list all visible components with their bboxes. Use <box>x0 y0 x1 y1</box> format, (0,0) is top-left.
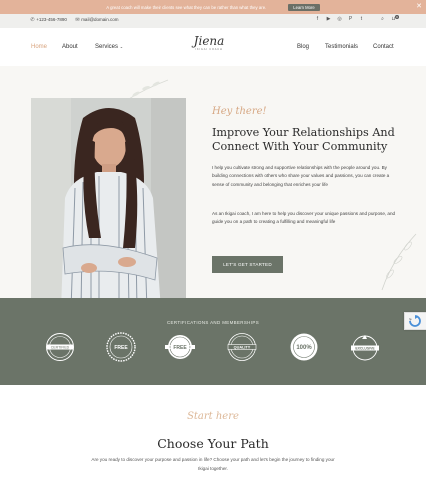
choose-path-section: Start here Choose Your Path Are you read… <box>0 385 426 482</box>
get-started-button[interactable]: LET'S GET STARTED <box>212 256 283 273</box>
hero-paragraph-1: I help you cultivate strong and supporti… <box>212 165 390 187</box>
nav-blog[interactable]: Blog <box>297 44 309 50</box>
badge-label: 100% <box>296 345 312 351</box>
badge-label: CERTIFIED <box>51 346 70 350</box>
contact-bar: ✆ +123-456-7890 ✉ mail@domain.com f ▶ ◎ … <box>0 14 426 28</box>
announcement-bar: A great coach will make their clients se… <box>0 0 426 14</box>
email-link[interactable]: ✉ mail@domain.com <box>75 17 118 23</box>
facebook-icon[interactable]: f <box>315 17 320 22</box>
recaptcha-icon <box>409 315 421 327</box>
cart-count: 0 <box>395 15 399 19</box>
hero-heading: Improve Your Relationships And Connect W… <box>212 126 395 153</box>
hundred-percent-badge-icon: 100% <box>290 333 318 361</box>
learn-more-button[interactable]: Learn More <box>288 3 320 11</box>
certified-badge-icon: CERTIFIED <box>46 333 74 361</box>
chevron-down-icon: ⌄ <box>119 44 124 49</box>
pinterest-icon[interactable]: P <box>348 17 353 22</box>
badge-label: EXCLUSIVE <box>355 346 375 350</box>
nav-contact[interactable]: Contact <box>373 44 394 50</box>
site-logo[interactable]: Jiena IKIGAI COACH <box>186 34 232 60</box>
main-nav: Home About Services ⌄ Jiena IKIGAI COACH… <box>0 28 426 66</box>
twitter-icon[interactable]: t <box>359 17 364 22</box>
mail-icon: ✉ <box>75 17 80 23</box>
free-ribbon-badge-icon: FREE <box>165 335 195 359</box>
search-icon[interactable]: ⌕ <box>380 17 385 22</box>
phone-icon: ✆ <box>30 17 35 23</box>
exclusive-badge-icon: EXCLUSIVE <box>351 335 379 361</box>
free-badge-icon: FREE <box>106 332 136 362</box>
greeting-script: Hey there! <box>212 106 267 117</box>
logo-name: Jiena <box>193 34 225 48</box>
coach-illustration <box>31 98 186 310</box>
nav-services[interactable]: Services ⌄ <box>95 44 123 50</box>
phone-link[interactable]: ✆ +123-456-7890 <box>30 17 67 23</box>
quality-badge-icon: QUALITY <box>227 333 257 361</box>
leaf-decoration-icon <box>381 233 417 291</box>
logo-tagline: IKIGAI COACH <box>195 48 223 51</box>
youtube-icon[interactable]: ▶ <box>326 17 331 22</box>
instagram-icon[interactable]: ◎ <box>337 17 342 22</box>
nav-testimonials[interactable]: Testimonials <box>325 44 358 50</box>
recaptcha-widget[interactable] <box>404 312 426 330</box>
certifications-section: CERTIFICATIONS AND MEMBERSHIPS CERTIFIED… <box>0 298 426 385</box>
badge-label: QUALITY <box>234 346 251 350</box>
path-heading: Choose Your Path <box>157 436 269 451</box>
announcement-text: A great coach will make their clients se… <box>106 4 267 10</box>
hero-section: Hey there! Improve Your Relationships An… <box>0 66 426 310</box>
coach-photo <box>31 98 186 310</box>
nav-about[interactable]: About <box>62 44 78 50</box>
certifications-title: CERTIFICATIONS AND MEMBERSHIPS <box>166 320 260 325</box>
path-paragraph: Are you ready to discover your purpose a… <box>91 457 335 471</box>
badge-label: FREE <box>173 345 187 351</box>
cart-icon[interactable]: ⊔ 0 <box>391 15 399 22</box>
badge-label: FREE <box>114 345 128 351</box>
close-icon[interactable]: ✕ <box>416 3 422 10</box>
hero-paragraph-2: As an Ikigai coach, I am here to help yo… <box>212 211 396 225</box>
nav-home[interactable]: Home <box>31 44 47 50</box>
start-here-script: Start here <box>187 411 239 422</box>
